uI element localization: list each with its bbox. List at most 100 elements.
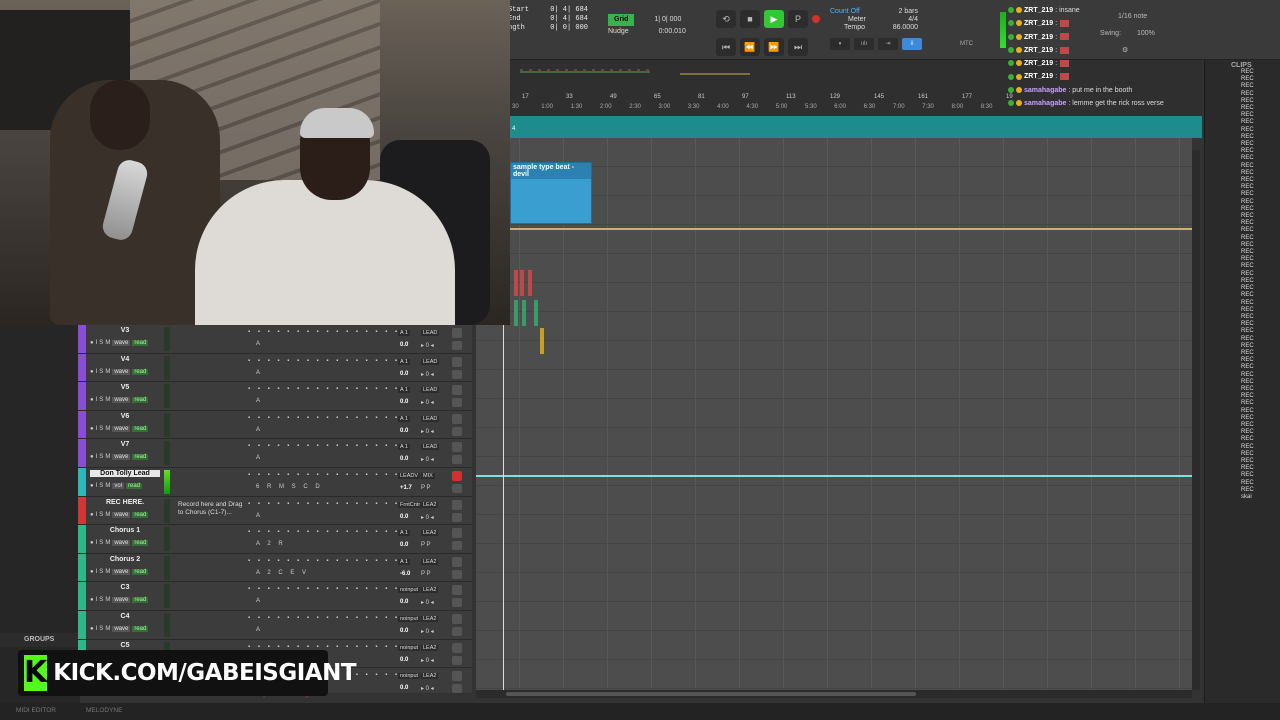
output-selector[interactable]: LEAD (421, 387, 440, 394)
clip-list-item[interactable]: REC (1205, 285, 1280, 292)
automation-mode-button[interactable]: read (132, 368, 149, 375)
track-name[interactable]: C3 (90, 584, 160, 591)
track-name[interactable]: V7 (90, 441, 160, 448)
solo-button[interactable]: S (99, 454, 103, 460)
clip-list-item[interactable]: REC (1205, 91, 1280, 98)
input-monitor-button[interactable]: I (96, 626, 98, 632)
tab-melodyne[interactable]: MELODYNE (86, 707, 122, 720)
output-selector[interactable]: LEA2 (421, 587, 439, 594)
track-view-button[interactable]: wave (112, 625, 131, 632)
track-view-button[interactable]: wave (112, 340, 131, 346)
volume-value[interactable]: 0.0 (400, 399, 408, 405)
output-window-icon[interactable] (452, 413, 462, 424)
insert-names[interactable]: A (256, 627, 263, 633)
track-name[interactable]: Chorus 2 (90, 556, 160, 563)
pan-value[interactable]: ▸ 0 ◂ (421, 371, 434, 378)
record-enable-icon[interactable]: ● (90, 426, 94, 432)
insert-slots[interactable]: ▪ ▪ ▪ ▪ ▪ ▪ ▪ ▪ ▪ ▪ ▪ ▪ ▪ ▪ ▪ ▪ (248, 358, 400, 364)
automation-mode-button[interactable]: read (132, 625, 149, 632)
output-selector[interactable]: LEAD (421, 444, 440, 451)
clip-list-item[interactable]: REC (1205, 487, 1280, 494)
track-menu-icon[interactable] (452, 512, 462, 522)
insert-names[interactable]: A (256, 513, 263, 519)
output-selector[interactable]: LEA2 (421, 558, 439, 565)
clip-list-item[interactable]: REC (1205, 199, 1280, 206)
pan-value[interactable]: ▸ 0 ◂ (421, 685, 434, 692)
green-clip[interactable] (534, 300, 538, 326)
insert-slots[interactable]: ▪ ▪ ▪ ▪ ▪ ▪ ▪ ▪ ▪ ▪ ▪ ▪ ▪ ▪ ▪ ▪ (248, 586, 400, 592)
input-monitor-button[interactable]: I (96, 512, 98, 518)
record-enable-icon[interactable]: ● (90, 369, 94, 375)
clip-list-item[interactable]: REC (1205, 69, 1280, 76)
rewind-icon[interactable]: ⏪ (740, 38, 760, 56)
red-clip[interactable] (520, 270, 524, 296)
output-window-icon[interactable] (452, 642, 462, 653)
pan-value[interactable]: P P (421, 571, 431, 577)
output-window-icon[interactable] (452, 385, 462, 396)
clip-list-item[interactable]: REC (1205, 191, 1280, 198)
pan-value[interactable]: ▸ 0 ◂ (421, 628, 434, 635)
clip-list-item[interactable]: REC (1205, 444, 1280, 451)
record-icon[interactable] (812, 15, 820, 23)
input-selector[interactable]: A 1 (398, 530, 410, 537)
input-selector[interactable]: noinput (398, 673, 421, 680)
input-selector[interactable]: FrntCntr (398, 501, 423, 508)
chat-username[interactable]: ZRT_219 (1024, 73, 1053, 80)
track-view-button[interactable]: wave (112, 397, 131, 404)
track-header[interactable]: V7 ● I S Mwave read ▪ ▪ ▪ ▪ ▪ ▪ ▪ ▪ ▪ ▪ ▪ ▪ ▪ … (78, 439, 472, 468)
automation-mode-button[interactable]: read (132, 568, 149, 575)
green-clip[interactable] (522, 300, 526, 326)
mtc-button[interactable]: MTC (960, 41, 973, 47)
input-monitor-button[interactable]: I (96, 540, 98, 546)
track-view-button[interactable]: wave (112, 511, 131, 518)
clip-list-item[interactable]: REC (1205, 465, 1280, 472)
automation-mode-button[interactable]: read (132, 597, 149, 604)
volume-value[interactable]: 0.0 (400, 428, 408, 434)
clip-list-item[interactable]: REC (1205, 184, 1280, 191)
volume-value[interactable]: 0.0 (400, 371, 408, 377)
record-enable-icon[interactable]: ● (90, 454, 94, 460)
track-menu-icon[interactable] (452, 598, 462, 608)
output-selector[interactable]: MIX (421, 472, 435, 479)
clip-list-item[interactable]: REC (1205, 249, 1280, 256)
marker-ruler[interactable]: 4 (510, 116, 1202, 138)
mute-button[interactable]: M (105, 540, 110, 546)
output-window-icon[interactable] (452, 356, 462, 367)
volume-value[interactable]: 0.0 (400, 657, 408, 663)
solo-button[interactable]: S (99, 426, 103, 432)
track-header[interactable]: REC HERE. ● I S Mwave read Record here and Dra… (78, 496, 472, 526)
automation-mode-button[interactable]: read (132, 511, 149, 518)
track-header[interactable]: C4 ● I S Mwave read ▪ ▪ ▪ ▪ ▪ ▪ ▪ ▪ ▪ ▪ ▪ ▪ ▪ … (78, 610, 472, 640)
clip-list-item[interactable]: REC (1205, 227, 1280, 234)
red-clip[interactable] (528, 270, 532, 296)
clip-list-item[interactable]: REC (1205, 76, 1280, 83)
clip-list-item[interactable]: REC (1205, 105, 1280, 112)
input-selector[interactable]: noinput (398, 587, 421, 594)
clip-list-item[interactable]: REC (1205, 278, 1280, 285)
insert-slots[interactable]: ▪ ▪ ▪ ▪ ▪ ▪ ▪ ▪ ▪ ▪ ▪ ▪ ▪ ▪ ▪ ▪ (248, 415, 400, 421)
clip-list-item[interactable]: REC (1205, 155, 1280, 162)
track-header[interactable]: C3 ● I S Mwave read ▪ ▪ ▪ ▪ ▪ ▪ ▪ ▪ ▪ ▪ ▪ ▪ ▪ … (78, 582, 472, 611)
clip-list-item[interactable]: REC (1205, 451, 1280, 458)
insert-slots[interactable]: ▪ ▪ ▪ ▪ ▪ ▪ ▪ ▪ ▪ ▪ ▪ ▪ ▪ ▪ ▪ ▪ (248, 501, 400, 507)
clip-list-item[interactable]: REC (1205, 148, 1280, 155)
output-window-icon[interactable] (452, 442, 462, 453)
track-name[interactable]: C5 (90, 642, 160, 649)
clip-list-item[interactable]: skai (1205, 494, 1280, 501)
punch-icon[interactable]: P (788, 10, 808, 28)
clip-list-item[interactable]: REC (1205, 242, 1280, 249)
clip-list-item[interactable]: REC (1205, 163, 1280, 170)
insert-slots[interactable]: ▪ ▪ ▪ ▪ ▪ ▪ ▪ ▪ ▪ ▪ ▪ ▪ ▪ ▪ ▪ ▪ (248, 615, 400, 621)
clip-list-item[interactable]: REC (1205, 112, 1280, 119)
track-header[interactable]: V5 ● I S Mwave read ▪ ▪ ▪ ▪ ▪ ▪ ▪ ▪ ▪ ▪ ▪ ▪ ▪ … (78, 382, 472, 411)
clip-list-item[interactable]: REC (1205, 206, 1280, 213)
yellow-clip[interactable] (540, 328, 544, 354)
chat-username[interactable]: samahagabe (1024, 100, 1066, 107)
volume-value[interactable]: 0.0 (400, 685, 408, 691)
mute-button[interactable]: M (105, 512, 110, 518)
clip-list-item[interactable]: REC (1205, 408, 1280, 415)
mute-button[interactable]: M (105, 569, 110, 575)
clip-list-item[interactable]: REC (1205, 422, 1280, 429)
insert-slots[interactable]: ▪ ▪ ▪ ▪ ▪ ▪ ▪ ▪ ▪ ▪ ▪ ▪ ▪ ▪ ▪ ▪ (248, 644, 400, 650)
output-window-icon[interactable] (452, 499, 462, 510)
